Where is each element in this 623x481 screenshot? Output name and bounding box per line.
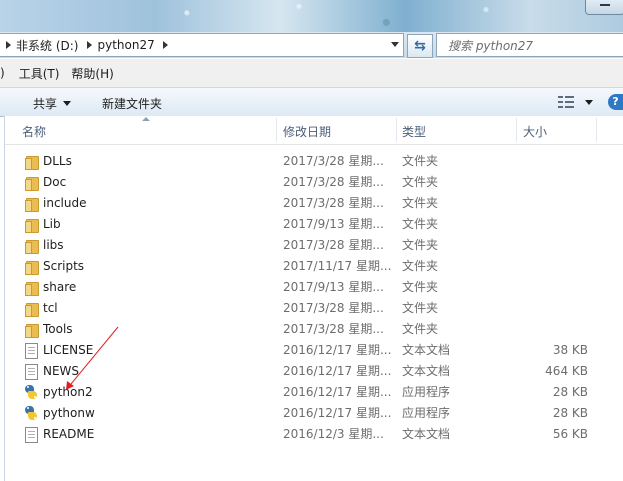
refresh-button[interactable]: ⇆ [407,34,433,58]
share-label: 共享 [33,97,58,111]
share-button[interactable]: 共享 [33,95,72,112]
address-bar[interactable]: 非系统 (D:) python27 [0,33,404,57]
search-placeholder: 搜索 python27 [448,38,534,53]
breadcrumb-folder-label: python27 [97,38,155,52]
chevron-right-icon [162,41,168,49]
breadcrumb-folder[interactable]: python27 [81,38,175,52]
chevron-right-icon [87,41,93,49]
annotation-arrow [66,326,119,390]
change-view-button[interactable] [558,96,576,108]
new-folder-label: 新建文件夹 [102,97,163,111]
breadcrumb-drive[interactable]: 非系统 (D:) [0,37,81,54]
search-input[interactable]: 搜索 python27 [436,33,623,57]
help-icon: ? [612,95,619,108]
chevron-down-icon [63,101,72,106]
minimize-button[interactable] [585,0,623,15]
address-row: 非系统 (D:) python27 ⇆ 搜索 python27 [0,32,623,58]
new-folder-button[interactable]: 新建文件夹 [102,95,162,112]
chevron-right-icon [6,41,11,49]
command-bar: 共享 新建文件夹 ? [0,88,623,117]
breadcrumb-drive-label: 非系统 (D:) [16,38,79,53]
aero-background [0,0,623,32]
refresh-icon: ⇆ [414,38,426,54]
address-history-dropdown-icon[interactable] [391,42,399,47]
menu-bar: ) 工具(T) 帮助(H) [0,59,623,88]
view-options-dropdown-icon[interactable] [585,100,593,105]
menu-item-tools[interactable]: 工具(T) [11,65,66,82]
menu-item-help[interactable]: 帮助(H) [65,65,119,82]
file-list: 名称 修改日期 类型 大小 DLLs 2017/3/28 星期... 文件夹 Doc 2… [4,116,623,481]
menu-item-view-fragment[interactable]: ) [0,66,11,80]
minimize-icon [600,4,610,6]
help-button[interactable]: ? [608,94,623,110]
